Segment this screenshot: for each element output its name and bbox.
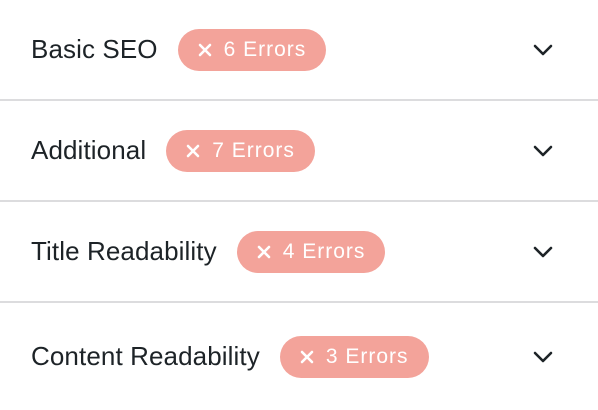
close-icon [300,350,314,364]
badge-label: 4 Errors [282,239,366,263]
section-title: Content Readability [31,341,260,371]
accordion-section-additional[interactable]: Additional 7 Errors [0,101,598,202]
chevron-down-icon[interactable] [533,246,553,258]
badge-label: 6 Errors [223,37,307,61]
accordion-section-basic-seo[interactable]: Basic SEO 6 Errors [0,0,598,101]
close-icon [257,245,271,259]
close-icon [186,144,200,158]
error-count-badge: 4 Errors [236,230,386,273]
accordion-section-title-readability[interactable]: Title Readability 4 Errors [0,202,598,303]
chevron-down-icon[interactable] [533,44,553,56]
chevron-down-icon[interactable] [533,351,553,363]
section-title: Title Readability [31,236,217,266]
seo-analysis-accordion: Basic SEO 6 Errors Additional 7 Errors T… [0,0,598,410]
accordion-section-content-readability[interactable]: Content Readability 3 Errors [0,303,598,410]
badge-label: 7 Errors [212,138,295,162]
section-title: Additional [31,135,147,165]
section-title: Basic SEO [31,34,158,64]
error-count-badge: 7 Errors [166,129,315,172]
close-icon [198,43,212,57]
badge-label: 3 Errors [325,344,409,368]
error-count-badge: 3 Errors [279,335,429,378]
chevron-down-icon[interactable] [533,145,553,157]
error-count-badge: 6 Errors [177,28,327,71]
